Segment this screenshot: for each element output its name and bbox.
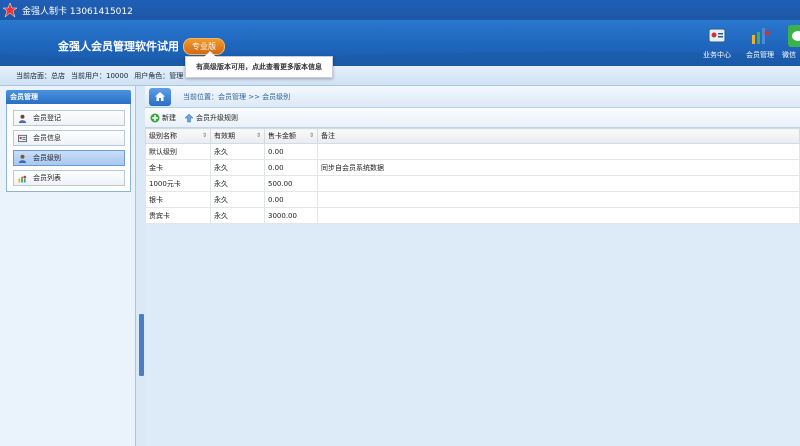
sidebar-item-member-list[interactable]: 会员列表 bbox=[13, 170, 125, 186]
column-header-level-name[interactable]: 级别名称 ⇕ bbox=[145, 128, 211, 144]
cell-level-name: 金卡 bbox=[145, 159, 211, 176]
sidebar: 会员管理 会员登记 会员信息 会员级别 会员列表 bbox=[0, 86, 136, 446]
nav-business-center[interactable]: 业务中心 bbox=[697, 25, 737, 60]
app-header: 金强人会员管理软件试用 专业版 业务中心 会员管理 微信 bbox=[0, 20, 800, 66]
title-bar: 金强人制卡 13061415012 bbox=[0, 0, 800, 20]
sidebar-item-label: 会员列表 bbox=[33, 174, 61, 182]
table-row[interactable]: 金卡 永久 0.00 同步自会员系统数据 bbox=[145, 159, 800, 176]
current-user: 当前用户：10000 bbox=[71, 71, 129, 80]
column-header-remark[interactable]: 备注 bbox=[317, 128, 800, 144]
sidebar-item-member-level[interactable]: 会员级别 bbox=[13, 150, 125, 166]
upgrade-tooltip[interactable]: 有高级版本可用，点此查看更多版本信息 bbox=[185, 51, 333, 78]
sidebar-panel-title[interactable]: 会员管理 bbox=[6, 90, 131, 104]
add-icon bbox=[150, 113, 160, 122]
new-button-label: 新建 bbox=[162, 113, 176, 122]
sidebar-panel: 会员登记 会员信息 会员级别 会员列表 bbox=[6, 104, 131, 192]
upgrade-rule-icon bbox=[184, 113, 194, 122]
member-list-icon bbox=[18, 175, 27, 183]
cell-level-name: 默认级别 bbox=[145, 143, 211, 160]
cell-validity: 永久 bbox=[210, 207, 265, 224]
member-management-icon bbox=[749, 25, 771, 47]
cell-validity: 永久 bbox=[210, 143, 265, 160]
breadcrumb: 当前位置：会员管理 >> 会员级别 bbox=[145, 86, 800, 108]
user-icon bbox=[18, 114, 27, 123]
main-content: 当前位置：会员管理 >> 会员级别 新建 会员升级规则 级别名称 ⇕ 有效期 ⇕ 售… bbox=[145, 86, 800, 446]
sidebar-item-label: 会员信息 bbox=[33, 134, 61, 142]
cell-remark bbox=[317, 175, 800, 192]
cell-card-price: 0.00 bbox=[264, 159, 318, 176]
cell-card-price: 0.00 bbox=[264, 191, 318, 208]
table-row[interactable]: 默认级别 永久 0.00 bbox=[145, 143, 800, 160]
nav-wechat-label: 微信 bbox=[782, 51, 796, 59]
nav-member-management[interactable]: 会员管理 bbox=[740, 25, 780, 60]
table-row[interactable]: 贵宾卡 永久 3000.00 bbox=[145, 207, 800, 224]
cell-validity: 永久 bbox=[210, 175, 265, 192]
cell-remark bbox=[317, 207, 800, 224]
cell-validity: 永久 bbox=[210, 159, 265, 176]
cell-remark bbox=[317, 191, 800, 208]
cell-validity: 永久 bbox=[210, 191, 265, 208]
sort-icon: ⇕ bbox=[201, 132, 207, 139]
toolbar: 新建 会员升级规则 bbox=[145, 108, 800, 128]
cell-remark bbox=[317, 143, 800, 160]
cell-card-price: 3000.00 bbox=[264, 207, 318, 224]
nav-wechat[interactable]: 微信 bbox=[782, 25, 800, 60]
sidebar-item-label: 会员登记 bbox=[33, 114, 61, 122]
sort-icon: ⇕ bbox=[308, 132, 314, 139]
breadcrumb-text: 当前位置：会员管理 >> 会员级别 bbox=[183, 92, 291, 101]
cell-level-name: 1000元卡 bbox=[145, 175, 211, 192]
table-row[interactable]: 银卡 永久 0.00 bbox=[145, 191, 800, 208]
member-level-icon bbox=[18, 154, 27, 163]
cell-card-price: 0.00 bbox=[264, 143, 318, 160]
tooltip-arrow bbox=[204, 51, 216, 57]
sidebar-item-member-info[interactable]: 会员信息 bbox=[13, 130, 125, 146]
upgrade-rule-button[interactable]: 会员升级规则 bbox=[184, 113, 238, 123]
table-row[interactable]: 1000元卡 永久 500.00 bbox=[145, 175, 800, 192]
column-header-card-price[interactable]: 售卡金额 ⇕ bbox=[264, 128, 318, 144]
current-store: 当前店面：总店 bbox=[16, 71, 65, 80]
header-wave-decoration bbox=[0, 51, 800, 66]
user-role: 用户角色：管理 bbox=[134, 71, 184, 80]
upgrade-rule-button-label: 会员升级规则 bbox=[196, 113, 238, 122]
sidebar-splitter[interactable] bbox=[136, 86, 145, 446]
business-center-icon bbox=[706, 25, 728, 47]
new-button[interactable]: 新建 bbox=[150, 113, 176, 123]
member-level-table: 级别名称 ⇕ 有效期 ⇕ 售卡金额 ⇕ 备注 默认级别 永久 0.00 金卡 永久 0… bbox=[145, 128, 800, 224]
sort-icon: ⇕ bbox=[255, 132, 261, 139]
sidebar-item-member-register[interactable]: 会员登记 bbox=[13, 110, 125, 126]
cell-level-name: 贵宾卡 bbox=[145, 207, 211, 224]
home-icon[interactable] bbox=[149, 87, 171, 106]
cell-level-name: 银卡 bbox=[145, 191, 211, 208]
cell-remark: 同步自会员系统数据 bbox=[317, 159, 800, 176]
upgrade-tooltip-text: 有高级版本可用，点此查看更多版本信息 bbox=[196, 63, 322, 71]
column-header-validity[interactable]: 有效期 ⇕ bbox=[210, 128, 265, 144]
sidebar-item-label: 会员级别 bbox=[33, 154, 61, 162]
window-title: 金强人制卡 13061415012 bbox=[22, 6, 133, 17]
cell-card-price: 500.00 bbox=[264, 175, 318, 192]
status-info-bar: 当前店面：总店 当前用户：10000 用户角色：管理 bbox=[0, 66, 800, 86]
nav-member-management-label: 会员管理 bbox=[746, 51, 774, 59]
collapse-handle[interactable] bbox=[139, 314, 144, 376]
member-card-icon bbox=[18, 134, 27, 142]
table-header-row: 级别名称 ⇕ 有效期 ⇕ 售卡金额 ⇕ 备注 bbox=[145, 128, 800, 144]
nav-business-center-label: 业务中心 bbox=[703, 51, 731, 59]
app-logo-icon bbox=[2, 2, 18, 18]
wechat-icon bbox=[788, 25, 800, 47]
